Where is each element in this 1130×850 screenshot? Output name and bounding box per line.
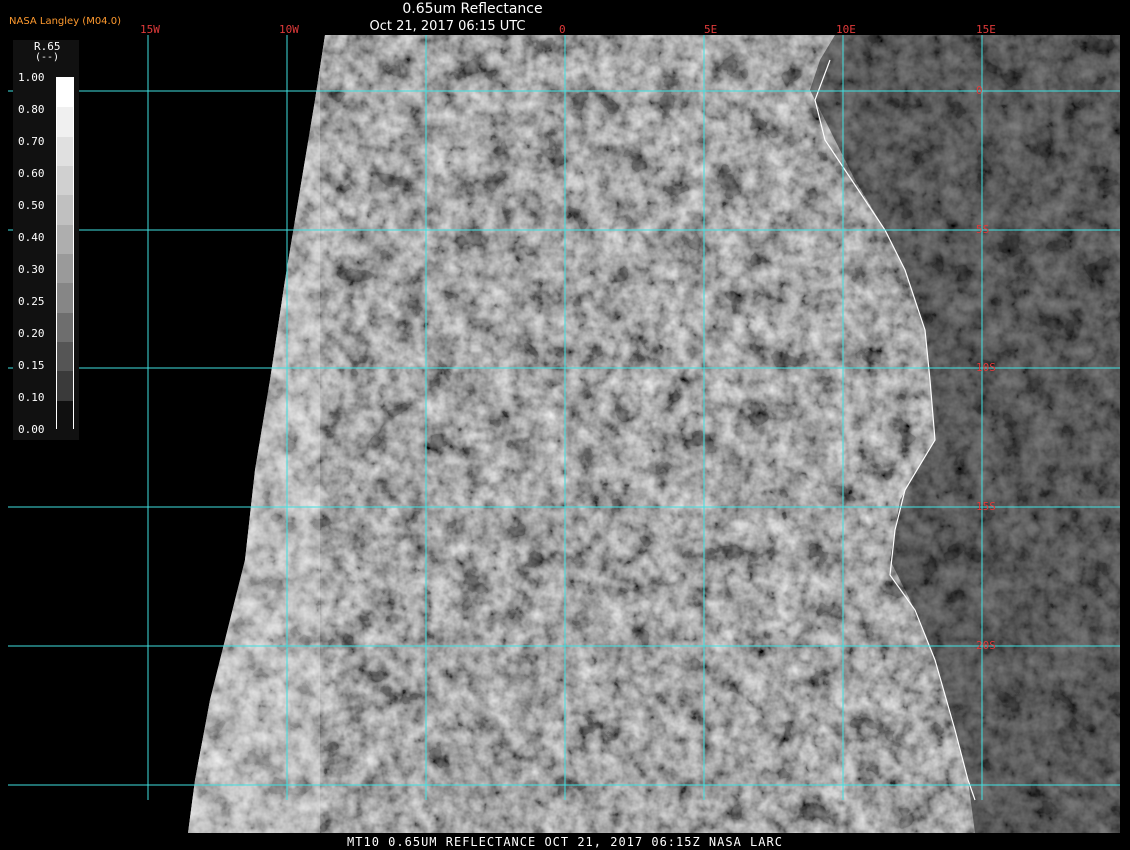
latitude-label: 10S (976, 361, 996, 374)
legend-tick-label: 0.00 (18, 423, 45, 436)
legend-color-swatch (57, 283, 73, 313)
longitude-label: 10E (836, 23, 856, 36)
legend-tick-label: 0.20 (18, 327, 45, 340)
satellite-image-viewer: NASA Langley (M04.0) 0.65um Reflectance … (0, 0, 1130, 850)
legend-unit: (--) (35, 52, 60, 63)
legend-color-swatch (57, 312, 73, 342)
legend-tick-label: 0.60 (18, 167, 45, 180)
latitude-label: 20S (976, 639, 996, 652)
legend-color-swatch (57, 136, 73, 166)
legend-color-swatch (57, 253, 73, 284)
legend-color-swatch (57, 341, 73, 372)
longitude-label: 15E (976, 23, 996, 36)
legend-tick-label: 0.25 (18, 295, 45, 308)
image-title: 0.65um Reflectance (402, 1, 543, 17)
legend-color-swatch (57, 400, 73, 430)
legend-tick-label: 0.40 (18, 231, 45, 244)
legend-color-swatch (57, 224, 73, 254)
longitude-label: 10W (279, 23, 299, 36)
footer-caption: MT10 0.65UM REFLECTANCE OCT 21, 2017 06:… (347, 835, 783, 849)
legend-tick-label: 0.15 (18, 359, 45, 372)
color-scale-legend: R.65 (--) 1.00 0.80 0.70 0.60 0.50 0.40 0.30 0.… (13, 40, 79, 440)
legend-tick-label: 0.70 (18, 135, 45, 148)
legend-tick-label: 0.30 (18, 263, 45, 276)
legend-color-swatch (57, 165, 73, 196)
legend-color-swatch (57, 195, 73, 225)
longitude-label: 5E (704, 23, 718, 36)
legend-color-bar (56, 77, 74, 430)
legend-tick-label: 1.00 (18, 71, 45, 84)
longitude-label: 15W (140, 23, 160, 36)
legend-tick-label: 0.80 (18, 103, 45, 116)
legend-color-swatch (57, 78, 73, 108)
legend-tick-label: 0.50 (18, 199, 45, 212)
legend-color-swatch (57, 107, 73, 137)
latitude-label: 0 (976, 84, 983, 97)
legend-tick-label: 0.10 (18, 391, 45, 404)
latitude-label: 15S (976, 500, 996, 513)
satellite-imagery (0, 0, 1130, 850)
latitude-label: 5S (976, 223, 990, 236)
longitude-label: 0 (559, 23, 566, 36)
image-timestamp: Oct 21, 2017 06:15 UTC (369, 19, 526, 34)
legend-color-swatch (57, 371, 73, 401)
